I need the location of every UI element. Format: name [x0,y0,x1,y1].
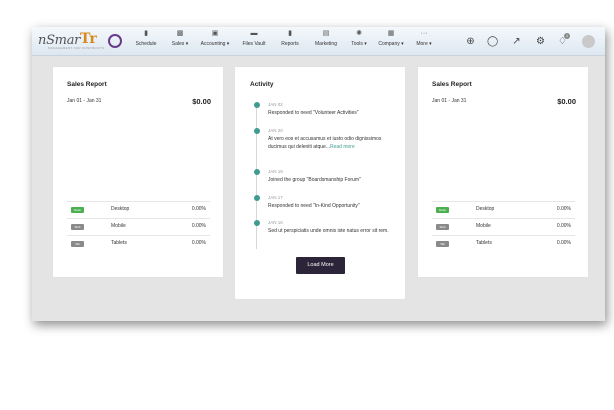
nav-label: Files Vault [242,41,266,47]
device-tag: Desk [436,207,449,213]
avatar[interactable] [582,35,595,48]
trend-icon[interactable]: ↗ [511,36,522,47]
dots-icon: ··· [420,30,428,37]
building-icon: ▦ [387,30,395,37]
app-window: nSmar Tr MANAGEMENT FOR NONPROFITS ▮ Sch… [32,27,605,321]
device-percent: 0.00% [556,206,571,212]
notification-badge: 1 [564,33,570,39]
top-navbar: nSmar Tr MANAGEMENT FOR NONPROFITS ▮ Sch… [32,27,605,56]
device-tag: Desk [71,207,84,213]
date-range: Jan 01 - Jan 31 [67,98,102,104]
nav-label: Company ▾ [378,41,404,47]
device-percent: 0.00% [191,223,206,229]
activity-text-body: Joined the group "Boardsmanship Forum" [268,177,361,183]
nav-files-vault[interactable]: ▬ Files Vault [240,30,268,54]
chat-icon[interactable]: ◯ [487,36,498,47]
device-percent: 0.00% [191,206,206,212]
money-icon: ▣ [211,30,219,37]
device-percent: 0.00% [556,240,571,246]
device-name: Desktop [476,206,495,212]
activity-text: Sed ut perspiciatis unde omnis iste natu… [268,227,392,235]
activity-text: Responded to need "In-Kind Opportunity" [268,202,392,210]
device-tag: Tab [71,241,84,247]
nav-label: Sales ▾ [171,41,189,47]
device-tag: Tab [436,241,449,247]
timeline-dot [254,220,260,226]
timeline-dot [254,195,260,201]
activity-card: Activity JAN 02 Responded to need "Volun… [234,66,406,300]
nav-label: More ▾ [416,41,432,47]
table-row: Desk Desktop 0.00% [67,201,210,218]
sales-total: $0.00 [192,97,211,106]
card-title: Sales Report [432,81,472,88]
nav-company[interactable]: ▦ Company ▾ [376,30,406,54]
table-row: Desk Desktop 0.00% [432,201,575,218]
bar-chart-icon: ▩ [176,30,184,37]
activity-text-body: Responded to need "In-Kind Opportunity" [268,203,360,209]
date-range: Jan 01 - Jan 31 [432,98,467,104]
nav-accounting[interactable]: ▣ Accounting ▾ [198,30,232,54]
read-more-link[interactable]: Read more [330,144,355,150]
timeline-line [256,105,257,249]
plus-circle-icon[interactable]: ⊕ [465,36,476,47]
nav-tools[interactable]: ✺ Tools ▾ [348,30,370,54]
table-row: Tab Tablets 0.00% [67,235,210,252]
activity-text-body: Sed ut perspiciatis unde omnis iste natu… [268,228,389,234]
bookmark-icon: ▮ [144,30,148,37]
device-tag: Mob [71,224,84,230]
activity-date: JAN 17 [268,195,283,200]
gear-icon[interactable]: ⚙ [535,36,546,47]
nav-label: Marketing [315,41,337,47]
activity-text: Responded to need "Volunteer Activities" [268,109,392,117]
device-name: Tablets [476,240,492,246]
card-title: Sales Report [67,81,107,88]
activity-date: JAN 02 [268,102,283,107]
activity-text: Joined the group "Boardsmanship Forum" [268,176,392,184]
card-title: Activity [250,81,274,88]
nav-label: Reports [281,41,299,47]
nav-label: Schedule [135,41,157,47]
device-name: Mobile [111,223,126,229]
load-more-button[interactable]: Load More [296,257,345,274]
folder-icon: ▬ [250,30,258,37]
table-row: Mob Mobile 0.00% [432,218,575,235]
activity-date: JAN 19 [268,169,283,174]
activity-text-body: At vero eos et accusamus et iusto odio d… [268,136,382,150]
nav-label: Tools ▾ [351,41,367,47]
device-name: Mobile [476,223,491,229]
activity-date: JAN 16 [268,220,283,225]
sales-report-card-left: Sales Report Jan 01 - Jan 31 $0.00 Desk … [52,66,224,278]
sales-report-card-right: Sales Report Jan 01 - Jan 31 $0.00 Desk … [417,66,589,278]
table-row: Tab Tablets 0.00% [432,235,575,252]
device-percent: 0.00% [191,240,206,246]
sales-total: $0.00 [557,97,576,106]
table-row: Mob Mobile 0.00% [67,218,210,235]
activity-text-body: Responded to need "Volunteer Activities" [268,110,359,116]
timeline-dot [254,169,260,175]
device-tag: Mob [436,224,449,230]
device-percent: 0.00% [556,223,571,229]
nav-label: Accounting ▾ [200,41,230,47]
activity-text: At vero eos et accusamus et iusto odio d… [268,135,392,151]
nav-marketing[interactable]: ▤ Marketing [312,30,340,54]
document-icon: ▤ [322,30,330,37]
nav-schedule[interactable]: ▮ Schedule [132,30,160,54]
device-name: Tablets [111,240,127,246]
device-name: Desktop [111,206,130,212]
nav-more[interactable]: ··· More ▾ [413,30,435,54]
gear-icon: ✺ [356,30,362,37]
nav-reports[interactable]: ▮ Reports [278,30,302,54]
bookmark-icon: ▮ [288,30,292,37]
timeline-dot [254,128,260,134]
logo-word-2: Tr [80,31,97,47]
logo-magnifier-icon [108,34,122,48]
logo-tagline: MANAGEMENT FOR NONPROFITS [48,46,105,50]
nav-sales[interactable]: ▩ Sales ▾ [168,30,192,54]
activity-date: JAN 20 [268,128,283,133]
timeline-dot [254,102,260,108]
